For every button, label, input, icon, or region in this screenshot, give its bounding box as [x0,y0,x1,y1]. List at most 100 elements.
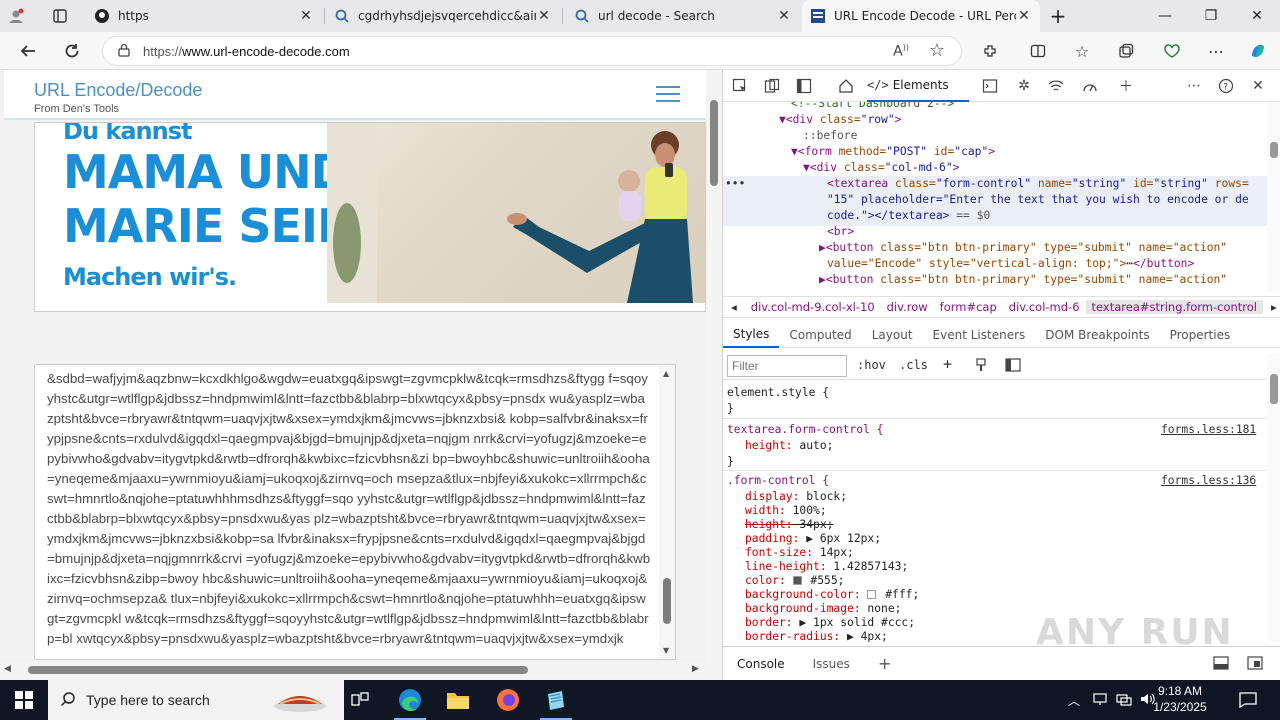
more-menu-icon[interactable]: ⋯ [1202,37,1230,65]
performance-icon[interactable] [1079,76,1101,96]
firefox-icon[interactable] [484,680,532,720]
drawer-tab-console[interactable]: Console [723,657,799,671]
task-view-icon[interactable] [336,680,384,720]
dom-tree-scroll-thumb[interactable] [1270,142,1278,158]
tab-event-listeners[interactable]: Event Listeners [923,322,1036,348]
rule-source-link[interactable]: forms.less:136 [1161,474,1256,488]
sidebar-toggle-icon[interactable] [1005,358,1021,375]
close-devtools-icon[interactable]: ✕ [1247,76,1269,96]
rule-property[interactable]: background-image: none; [745,602,901,616]
notepad-icon[interactable] [532,680,580,720]
split-screen-icon[interactable] [1024,37,1052,65]
paint-brush-icon[interactable] [975,358,987,375]
close-window-button[interactable]: ✕ [1234,0,1280,32]
lock-icon[interactable] [117,43,131,60]
address-bar[interactable]: https://www.url-encode-decode.com A)) ☆ [102,36,962,66]
rule-property[interactable]: padding: ▶ 6px 12px; [745,532,881,546]
dom-node-row[interactable]: ▼<div class="row"> [779,112,901,128]
breadcrumb-item[interactable]: div.row [881,300,934,314]
color-swatch[interactable] [867,590,877,599]
start-button[interactable] [0,680,48,720]
dom-row-ellipsis-icon[interactable]: ••• [725,176,745,192]
breadcrumb-left-arrow-icon[interactable]: ◂ [723,300,745,314]
advertisement-banner[interactable]: Du kannst MAMA UND MARIE SEIN. Machen wi… [34,122,706,312]
edge-taskbar-icon[interactable] [386,680,434,720]
tab-computed[interactable]: Computed [779,322,861,348]
ethernet-icon[interactable] [1116,692,1132,709]
tab-search-1[interactable]: cgdrhyhsdjejsvqercehdicc&aimrc ✕ [326,0,560,32]
tab-url-encode-decode[interactable]: URL Encode Decode - URL Percen ✕ [802,0,1040,32]
dom-node-col-md-6[interactable]: ▼<div class="col-md-6"> [803,160,959,176]
read-aloud-icon[interactable]: A)) [893,43,909,60]
scroll-down-arrow-icon[interactable]: ▼ [663,646,669,655]
rule-property[interactable]: line-height: 1.42857143; [745,560,908,574]
scroll-right-arrow-icon[interactable]: ▶ [692,664,699,674]
site-brand[interactable]: URL Encode/Decode [34,80,202,101]
dom-node-textarea[interactable]: <textarea class="form-control" name="str… [827,176,1249,192]
help-icon[interactable]: ? [1215,76,1237,96]
styles-scrollbar[interactable] [1267,354,1280,642]
rule-property[interactable]: border-radius: ▶ 4px; [745,630,888,642]
rule-selector[interactable]: element.style { [727,386,829,400]
rule-textarea-form-control[interactable]: textarea.form-control {forms.less:181 [727,423,1267,437]
tab-properties[interactable]: Properties [1160,322,1241,348]
dom-node-br[interactable]: <br> [827,224,854,240]
textarea-scroll-thumb[interactable] [663,578,671,624]
breadcrumb-item[interactable]: div.col-md-6 [1003,300,1086,314]
tab-https[interactable]: https ✕ [86,0,322,32]
color-swatch[interactable] [792,576,802,585]
refresh-button[interactable] [58,37,86,65]
rule-property[interactable]: border: ▶ 1px solid #ccc; [745,616,915,630]
taskbar-clock[interactable]: 9:18 AM 1/23/2025 [1140,683,1220,715]
styles-filter-input[interactable] [727,355,847,377]
scroll-up-arrow-icon[interactable]: ▲ [663,369,669,378]
page-horizontal-scroll-thumb[interactable] [28,666,528,674]
file-explorer-icon[interactable] [434,680,482,720]
breadcrumb-right-arrow-icon[interactable]: ▸ [1263,300,1280,314]
drawer-dock-icon[interactable] [1213,656,1229,673]
dom-node-button-encode[interactable]: ▶<button class="btn btn-primary" type="s… [819,240,1227,256]
breadcrumb-item[interactable]: div.col-md-9.col-xl-10 [745,300,881,314]
class-toggle-button[interactable]: .cls [899,358,928,372]
taskbar-search[interactable]: Type here to search [48,680,344,720]
menu-hamburger-icon[interactable] [656,86,680,104]
profile-button[interactable] [0,0,44,32]
tab-search-2[interactable]: url decode - Search ✕ [566,0,800,32]
close-tab-icon[interactable]: ✕ [1016,8,1032,24]
maximize-button[interactable]: ❐ [1188,0,1234,32]
console-panel-icon[interactable] [979,76,1001,96]
home-icon[interactable] [835,76,857,96]
notifications-icon[interactable] [1224,680,1272,720]
rule-property[interactable]: height: auto; [745,439,833,453]
textarea-scrollbar[interactable]: ▲ ▼ [659,365,675,659]
hover-state-button[interactable]: :hov [857,358,886,372]
tab-actions-button[interactable] [44,0,76,32]
favorite-star-icon[interactable]: ☆ [929,40,945,61]
tab-styles[interactable]: Styles [723,322,780,348]
device-emulation-icon[interactable] [761,76,783,96]
devtools-more-menu-icon[interactable]: ⋯ [1183,76,1205,96]
dom-comment[interactable]: <!--Start Dashboard 2--> [791,102,954,112]
more-tools-plus-icon[interactable]: ＋ [1115,76,1137,96]
dock-side-icon[interactable] [793,76,815,96]
collections-icon[interactable] [1112,37,1140,65]
dom-tree-scrollbar[interactable] [1267,102,1280,292]
scroll-left-arrow-icon[interactable]: ◀ [4,664,11,674]
drawer-tab-issues[interactable]: Issues [799,657,864,671]
drawer-undock-icon[interactable] [1247,656,1263,673]
rule-property[interactable]: width: 100%; [745,504,827,518]
rule-property[interactable]: background-color: #fff; [745,588,919,602]
rule-property[interactable]: display: block; [745,490,847,504]
rule-source-link[interactable]: forms.less:181 [1161,423,1256,437]
minimize-button[interactable]: — [1142,0,1188,32]
favorites-icon[interactable]: ☆ [1068,37,1096,65]
page-vertical-scroll-thumb[interactable] [710,100,718,186]
back-button[interactable] [14,37,42,65]
dom-pseudo-before[interactable]: ::before [803,128,857,144]
network-wifi-icon[interactable] [1045,76,1067,96]
new-rule-button[interactable]: + [943,355,952,373]
close-tab-icon[interactable]: ✕ [298,8,314,24]
dom-node-form[interactable]: ▼<form method="POST" id="cap"> [791,144,995,160]
tab-elements[interactable]: </> Elements [867,70,969,102]
tab-layout[interactable]: Layout [862,322,923,348]
